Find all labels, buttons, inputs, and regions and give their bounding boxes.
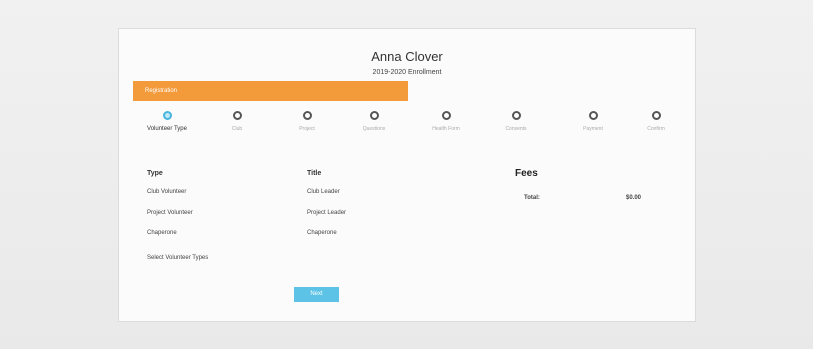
total-amount: $0.00 — [626, 195, 642, 201]
volunteer-title: Chaperone — [307, 230, 337, 236]
step-circle-icon — [511, 111, 521, 120]
step-label: Project — [299, 126, 315, 132]
step-indicator: Volunteer Type Club Project Questions He… — [119, 111, 695, 141]
step-label: Club — [231, 126, 243, 132]
volunteer-type-option[interactable]: Project Volunteer — [147, 210, 193, 216]
step-circle-icon — [441, 111, 451, 120]
next-button[interactable]: Next — [294, 287, 339, 302]
select-volunteer-types-link[interactable]: Select Volunteer Types — [147, 255, 208, 261]
fees-heading: Fees — [515, 168, 538, 179]
enrollment-card: Anna Clover 2019-2020 Enrollment Registr… — [118, 28, 696, 322]
step-payment[interactable]: Payment — [563, 111, 623, 132]
volunteer-type-option[interactable]: Club Volunteer — [147, 189, 186, 195]
type-column-header: Type — [147, 170, 163, 177]
step-confirm[interactable]: Confirm — [626, 111, 686, 132]
step-club[interactable]: Club — [207, 111, 267, 132]
step-questions[interactable]: Questions — [344, 111, 404, 132]
step-health-form[interactable]: Health Form — [416, 111, 476, 132]
step-label: Health Form — [432, 126, 460, 132]
volunteer-type-option[interactable]: Chaperone — [147, 230, 177, 236]
step-circle-icon — [162, 111, 172, 120]
page-background: Anna Clover 2019-2020 Enrollment Registr… — [0, 0, 813, 349]
step-label: Consents — [505, 126, 527, 132]
registration-label: Registration — [145, 88, 178, 94]
enrollment-year: 2019-2020 Enrollment — [372, 69, 442, 76]
volunteer-title: Project Leader — [307, 210, 347, 216]
member-name: Anna Clover — [371, 49, 443, 64]
step-circle-icon — [651, 111, 661, 120]
step-label: Payment — [583, 126, 603, 132]
step-label: Questions — [362, 126, 386, 132]
step-consents[interactable]: Consents — [486, 111, 546, 132]
volunteer-title: Club Leader — [307, 189, 340, 195]
step-circle-icon — [369, 111, 379, 120]
step-label: Confirm — [647, 126, 665, 132]
step-volunteer-type[interactable]: Volunteer Type — [137, 111, 197, 132]
step-project[interactable]: Project — [277, 111, 337, 132]
title-column-header: Title — [307, 170, 322, 177]
step-circle-icon — [588, 111, 598, 120]
registration-progress-bar: Registration — [133, 81, 408, 101]
step-circle-icon — [232, 111, 242, 120]
step-label: Volunteer Type — [147, 126, 187, 132]
total-label: Total: — [524, 195, 540, 201]
step-circle-icon — [302, 111, 312, 120]
